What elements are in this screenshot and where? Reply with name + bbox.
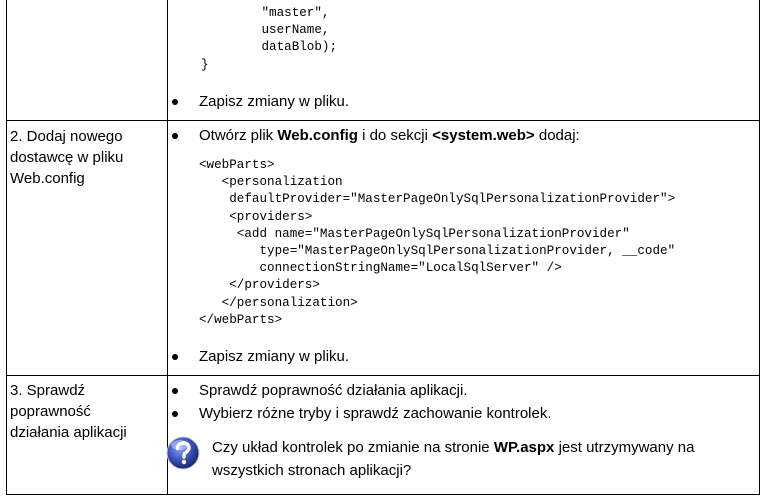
step-label: 2. Dodaj nowego dostawcę w pliku Web.con… <box>10 128 124 187</box>
list-item: Sprawdź poprawność działania aplikacji. <box>172 381 468 401</box>
question-text: Czy układ kontrolek po zmianie na stroni… <box>212 439 695 479</box>
row-divider <box>7 375 759 376</box>
column-divider <box>167 0 168 494</box>
instruction-text: Otwórz plik Web.config i do sekcji <syst… <box>199 127 580 144</box>
list-item: Otwórz plik Web.config i do sekcji <syst… <box>172 126 580 146</box>
bullet-text: Sprawdź poprawność działania aplikacji. <box>199 382 468 399</box>
bullet-icon <box>172 133 178 139</box>
list-item: Zapisz zmiany w pliku. <box>172 347 350 367</box>
code-block: <webParts> <personalization defaultProvi… <box>199 158 676 327</box>
bullet-icon <box>172 411 178 417</box>
bullet-text: Wybierz różne tryby i sprawdź zachowanie… <box>199 405 552 422</box>
bullet-icon <box>172 99 178 105</box>
bullet-text: Zapisz zmiany w pliku. <box>199 348 350 365</box>
list-item: Wybierz różne tryby i sprawdź zachowanie… <box>172 404 552 424</box>
step-label: 3. Sprawdź poprawność działania aplikacj… <box>10 382 127 441</box>
list-item: Zapisz zmiany w pliku. <box>172 92 350 112</box>
question-icon <box>166 436 200 470</box>
bullet-text: Zapisz zmiany w pliku. <box>199 93 350 110</box>
row-divider <box>7 120 759 121</box>
bullet-icon <box>172 388 178 394</box>
bullet-icon <box>172 354 178 360</box>
code-block: "master", userName, dataBlob); } <box>201 6 338 72</box>
